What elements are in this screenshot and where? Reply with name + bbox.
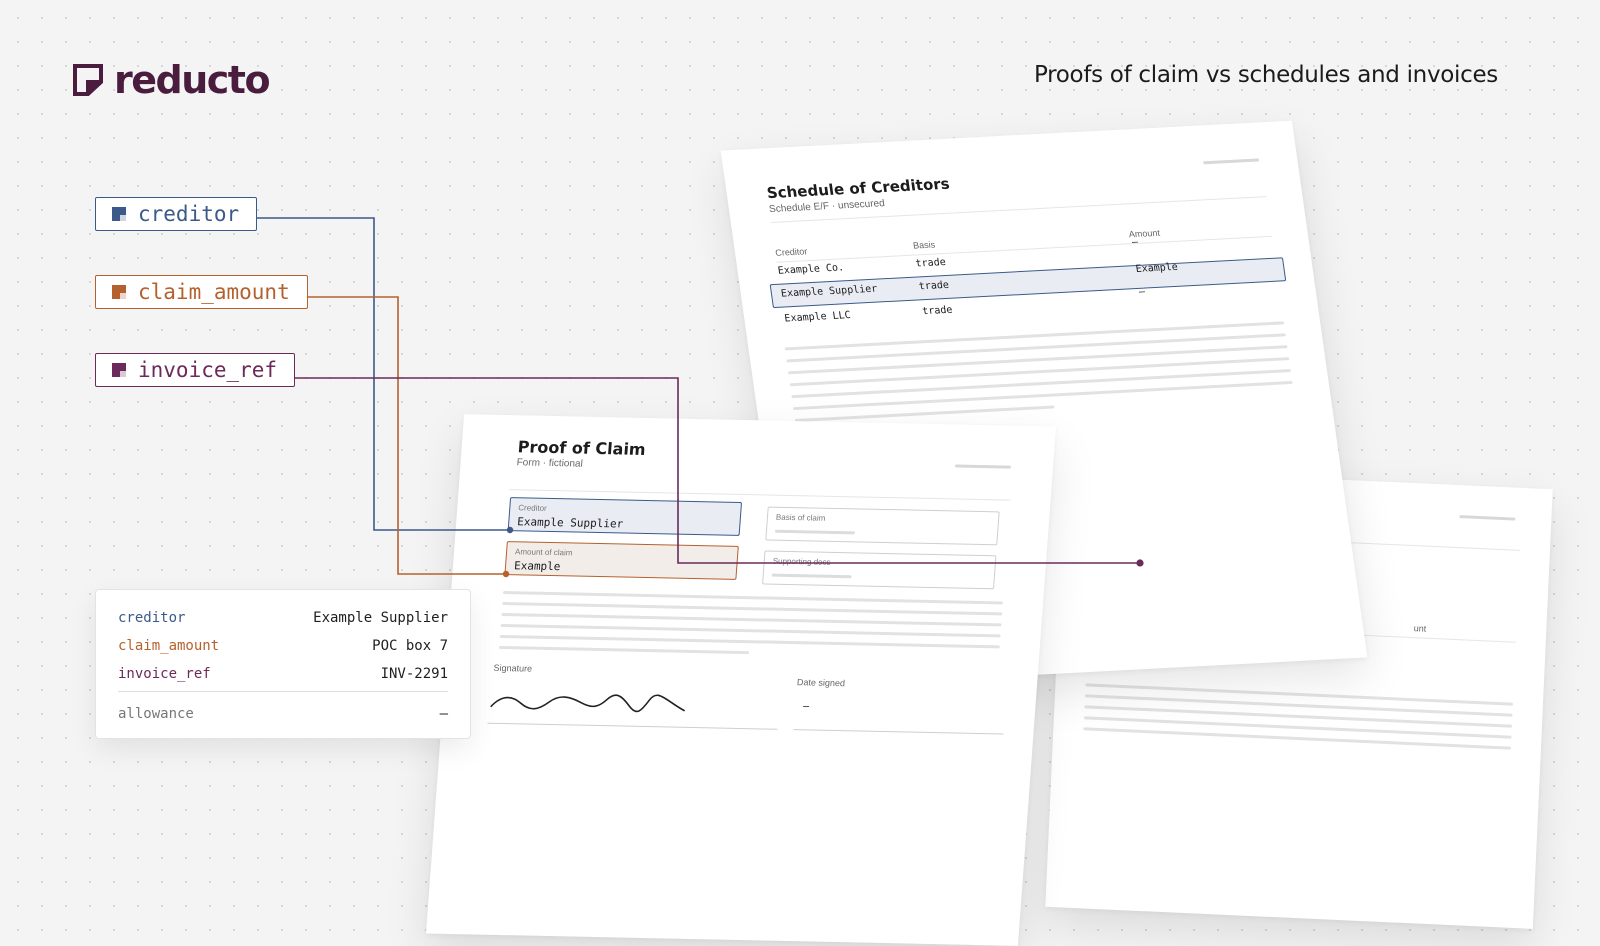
signature-label: Signature — [493, 662, 533, 674]
proof-subtitle: Form · fictional — [516, 457, 584, 470]
result-value: Example Supplier — [313, 610, 448, 626]
brand-name: reducto — [114, 58, 271, 102]
text-line — [502, 591, 1004, 605]
table-cell-amount: Example — [1134, 261, 1179, 275]
page-title: Proofs of claim vs schedules and invoice… — [1033, 62, 1498, 88]
basis-of-claim-field: Basis of claim — [765, 506, 1000, 546]
field-label: Basis of claim — [775, 512, 826, 523]
field-color-icon — [112, 207, 126, 221]
column-header-partial: unt — [1413, 623, 1427, 634]
field-placeholder-bar — [771, 573, 852, 579]
text-line — [1084, 694, 1513, 717]
field-chip-creditor[interactable]: creditor — [95, 197, 257, 231]
text-line — [1083, 727, 1512, 750]
text-line — [1085, 683, 1514, 706]
text-line — [1084, 705, 1513, 728]
signature-line — [487, 722, 778, 730]
field-value: Example — [513, 559, 561, 574]
text-line — [498, 645, 750, 655]
date-signed-value: — — [802, 701, 810, 713]
result-row-creditor: creditor Example Supplier — [118, 610, 448, 626]
result-key: invoice_ref — [118, 666, 211, 682]
proof-title: Proof of Claim — [517, 437, 647, 459]
page-header-dash — [1459, 515, 1516, 521]
field-value: Example Supplier — [516, 515, 624, 531]
result-value: INV-2291 — [380, 666, 448, 682]
supporting-docs-field: Supporting docs — [762, 550, 997, 590]
field-label: Amount of claim — [514, 547, 573, 558]
reducto-logo-icon — [73, 64, 103, 96]
field-color-icon — [112, 363, 126, 377]
extraction-result-card: creditor Example Supplier claim_amount P… — [95, 589, 471, 739]
field-label: Creditor — [518, 503, 548, 513]
field-chip-label: claim_amount — [138, 280, 290, 304]
date-signed-line — [793, 729, 1004, 735]
result-value: POC box 7 — [372, 638, 448, 654]
field-chip-label: creditor — [138, 202, 240, 226]
result-value: — — [439, 706, 448, 722]
text-line — [499, 634, 1000, 649]
text-line — [1083, 716, 1512, 739]
table-cell-creditor: Example LLC — [783, 310, 852, 325]
creditor-field: Creditor Example Supplier — [507, 497, 743, 536]
signature-scribble-icon — [490, 694, 686, 713]
result-row-invoice-ref: invoice_ref INV-2291 — [118, 666, 448, 682]
field-chip-invoice-ref[interactable]: invoice_ref — [95, 353, 295, 387]
field-chip-label: invoice_ref — [138, 358, 278, 382]
result-key: creditor — [118, 610, 186, 626]
page-rule — [776, 235, 1273, 263]
table-cell-basis: trade — [914, 256, 947, 270]
table-cell-basis: trade — [921, 304, 954, 318]
table-cell-creditor: Example Co. — [777, 262, 845, 277]
text-line — [501, 612, 1002, 627]
column-header-creditor: Creditor — [774, 246, 808, 258]
text-line — [500, 623, 1001, 638]
page-header-dash — [954, 464, 1012, 469]
matched-row-highlight — [769, 257, 1287, 309]
field-label: Supporting docs — [772, 556, 831, 567]
table-cell-basis: trade — [918, 279, 950, 293]
proof-of-claim-page: Proof of Claim Form · fictional Creditor… — [425, 414, 1057, 946]
page-header-dash — [1203, 158, 1260, 165]
field-chip-claim-amount[interactable]: claim_amount — [95, 275, 308, 309]
result-key: claim_amount — [118, 638, 220, 654]
date-signed-label: Date signed — [796, 677, 846, 689]
field-color-icon — [112, 285, 126, 299]
result-row-claim-amount: claim_amount POC box 7 — [118, 638, 448, 654]
text-line — [502, 601, 1003, 616]
field-placeholder-bar — [774, 529, 856, 535]
result-key: allowance — [118, 706, 194, 722]
brand-logo: reducto — [72, 58, 271, 102]
result-row-allowance: allowance — — [118, 706, 448, 722]
schedule-title: Schedule of Creditors — [765, 174, 951, 203]
amount-of-claim-field: Amount of claim Example — [504, 541, 739, 580]
column-header-basis: Basis — [912, 239, 936, 251]
result-divider — [118, 691, 448, 692]
